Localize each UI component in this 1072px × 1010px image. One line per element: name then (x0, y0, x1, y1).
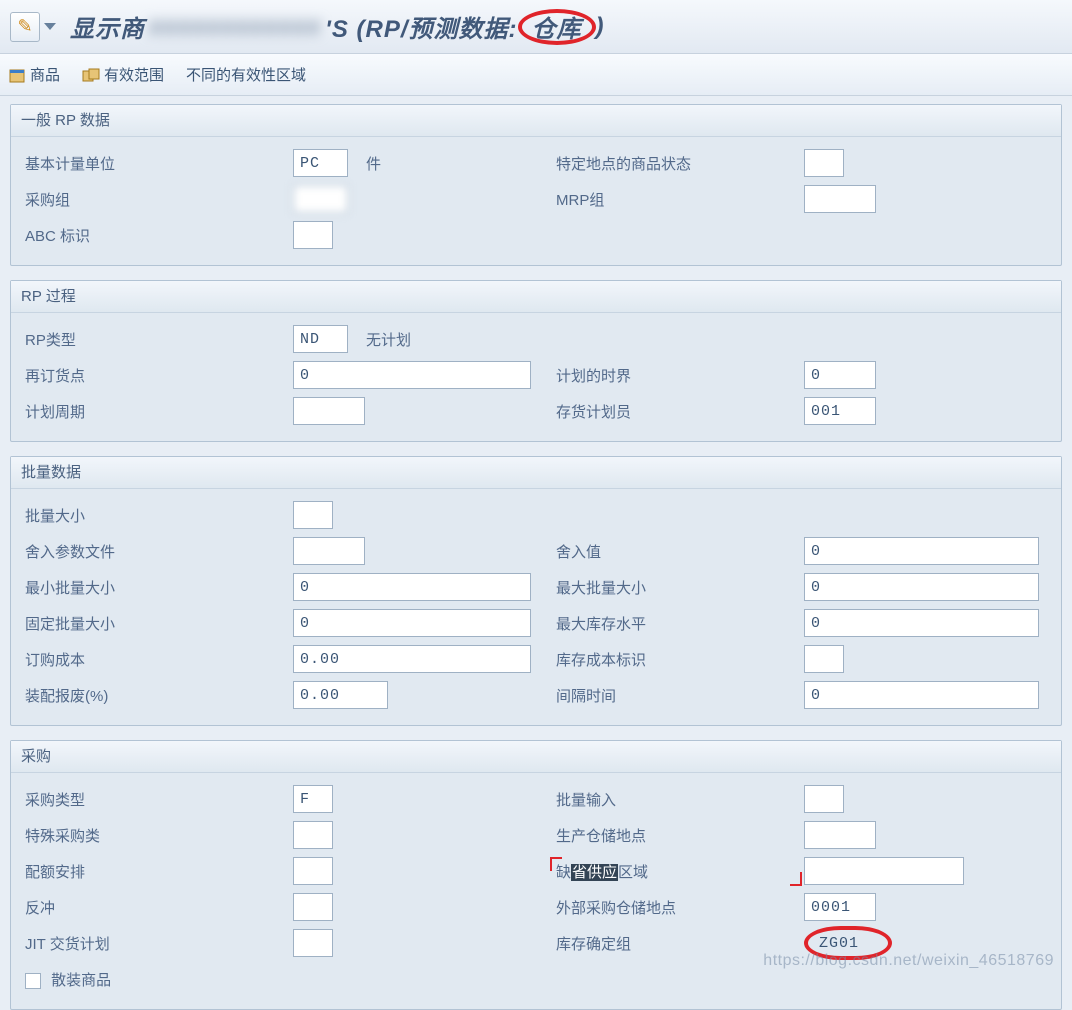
max-lot-input[interactable] (804, 573, 1039, 601)
purch-group-input[interactable] (293, 185, 348, 213)
interval-input[interactable] (804, 681, 1039, 709)
round-profile-input[interactable] (293, 537, 365, 565)
purch-type-input[interactable] (293, 785, 333, 813)
quota-label: 配额安排 (25, 861, 285, 882)
group-lot-data: 批量数据 批量大小 舍入参数文件 舍入值 最小批量大小 最大批量大小 固定批量大… (10, 456, 1062, 726)
diff-validity-button[interactable]: 不同的有效性区域 (186, 64, 306, 85)
base-uom-label: 基本计量单位 (25, 153, 285, 174)
stock-det-circle (804, 926, 892, 960)
rp-type-desc: 无计划 (366, 329, 411, 350)
title-circled: 仓库 (518, 9, 596, 45)
supply-area-input[interactable] (804, 857, 964, 885)
base-uom-input[interactable] (293, 149, 348, 177)
inv-cost-input[interactable] (804, 645, 844, 673)
purch-type-label: 采购类型 (25, 789, 285, 810)
max-inv-input[interactable] (804, 609, 1039, 637)
special-proc-input[interactable] (293, 821, 333, 849)
interval-label: 间隔时间 (556, 685, 796, 706)
mrp-group-label: MRP组 (556, 189, 796, 210)
abc-label: ABC 标识 (25, 225, 285, 246)
round-profile-label: 舍入参数文件 (25, 541, 285, 562)
box-icon (8, 66, 26, 84)
plan-cycle-input[interactable] (293, 397, 365, 425)
ext-proc-loc-label: 外部采购仓储地点 (556, 897, 796, 918)
batch-input-input[interactable] (804, 785, 844, 813)
plan-horizon-label: 计划的时界 (556, 365, 796, 386)
prod-loc-label: 生产仓储地点 (556, 825, 796, 846)
max-lot-label: 最大批量大小 (556, 577, 796, 598)
group-general-rp: 一般 RP 数据 基本计量单位 件 特定地点的商品状态 采购组 MRP组 ABC… (10, 104, 1062, 266)
mrp-group-input[interactable] (804, 185, 876, 213)
toolbar: 商品 有效范围 不同的有效性区域 (0, 54, 1072, 96)
base-uom-desc: 件 (366, 153, 381, 174)
prod-loc-input[interactable] (804, 821, 876, 849)
min-lot-input[interactable] (293, 573, 531, 601)
range-icon (82, 66, 100, 84)
stock-planner-input[interactable] (804, 397, 876, 425)
plan-cycle-label: 计划周期 (25, 401, 285, 422)
title-bar: ✎ 显示商 xxxxxxxxxxxx 'S (RP/预测数据: 仓库 ) (0, 0, 1072, 54)
bulk-checkbox-row: 散装商品 (25, 969, 285, 990)
title-suffix: 'S (RP/预测数据: (325, 9, 517, 44)
group-rp-process: RP 过程 RP类型 无计划 再订货点 计划的时界 计划周期 存货计划员 (10, 280, 1062, 442)
reorder-input[interactable] (293, 361, 531, 389)
round-value-input[interactable] (804, 537, 1039, 565)
system-menu-icon[interactable]: ✎ (10, 12, 56, 42)
fixed-lot-label: 固定批量大小 (25, 613, 285, 634)
lot-size-label: 批量大小 (25, 505, 285, 526)
valid-range-button[interactable]: 有效范围 (82, 64, 164, 85)
site-status-input[interactable] (804, 149, 844, 177)
plan-horizon-input[interactable] (804, 361, 876, 389)
batch-input-label: 批量输入 (556, 789, 796, 810)
scrap-label: 装配报废(%) (25, 685, 285, 706)
stock-planner-label: 存货计划员 (556, 401, 796, 422)
stock-det-label: 库存确定组 (556, 933, 796, 954)
group-lot-title: 批量数据 (11, 457, 1061, 489)
backflush-input[interactable] (293, 893, 333, 921)
reorder-label: 再订货点 (25, 365, 285, 386)
inv-cost-label: 库存成本标识 (556, 649, 796, 670)
bulk-checkbox[interactable] (25, 973, 41, 989)
order-cost-label: 订购成本 (25, 649, 285, 670)
abc-input[interactable] (293, 221, 333, 249)
supply-area-label: 缺省供应区域 (556, 861, 796, 882)
ext-proc-loc-input[interactable] (804, 893, 876, 921)
stock-det-input[interactable] (812, 929, 884, 957)
group-purch-title: 采购 (11, 741, 1061, 773)
max-inv-label: 最大库存水平 (556, 613, 796, 634)
page-title: 显示商 xxxxxxxxxxxx 'S (RP/预测数据: 仓库 ) (70, 9, 605, 45)
jit-label: JIT 交货计划 (25, 933, 285, 954)
fixed-lot-input[interactable] (293, 609, 531, 637)
scrap-input[interactable] (293, 681, 388, 709)
title-prefix: 显示商 (70, 9, 145, 44)
jit-input[interactable] (293, 929, 333, 957)
site-status-label: 特定地点的商品状态 (556, 153, 796, 174)
group-procurement: 采购 采购类型 批量输入 特殊采购类 生产仓储地点 配额安排 缺省供应区域 反冲… (10, 740, 1062, 1010)
min-lot-label: 最小批量大小 (25, 577, 285, 598)
purch-group-label: 采购组 (25, 189, 285, 210)
backflush-label: 反冲 (25, 897, 285, 918)
rp-type-label: RP类型 (25, 329, 285, 350)
product-button[interactable]: 商品 (8, 64, 60, 85)
special-proc-label: 特殊采购类 (25, 825, 285, 846)
title-blurred: xxxxxxxxxxxx (145, 13, 325, 41)
group-general-title: 一般 RP 数据 (11, 105, 1061, 137)
lot-size-input[interactable] (293, 501, 333, 529)
rp-type-input[interactable] (293, 325, 348, 353)
group-rp-title: RP 过程 (11, 281, 1061, 313)
bulk-label: 散装商品 (51, 972, 111, 989)
order-cost-input[interactable] (293, 645, 531, 673)
round-value-label: 舍入值 (556, 541, 796, 562)
quota-input[interactable] (293, 857, 333, 885)
